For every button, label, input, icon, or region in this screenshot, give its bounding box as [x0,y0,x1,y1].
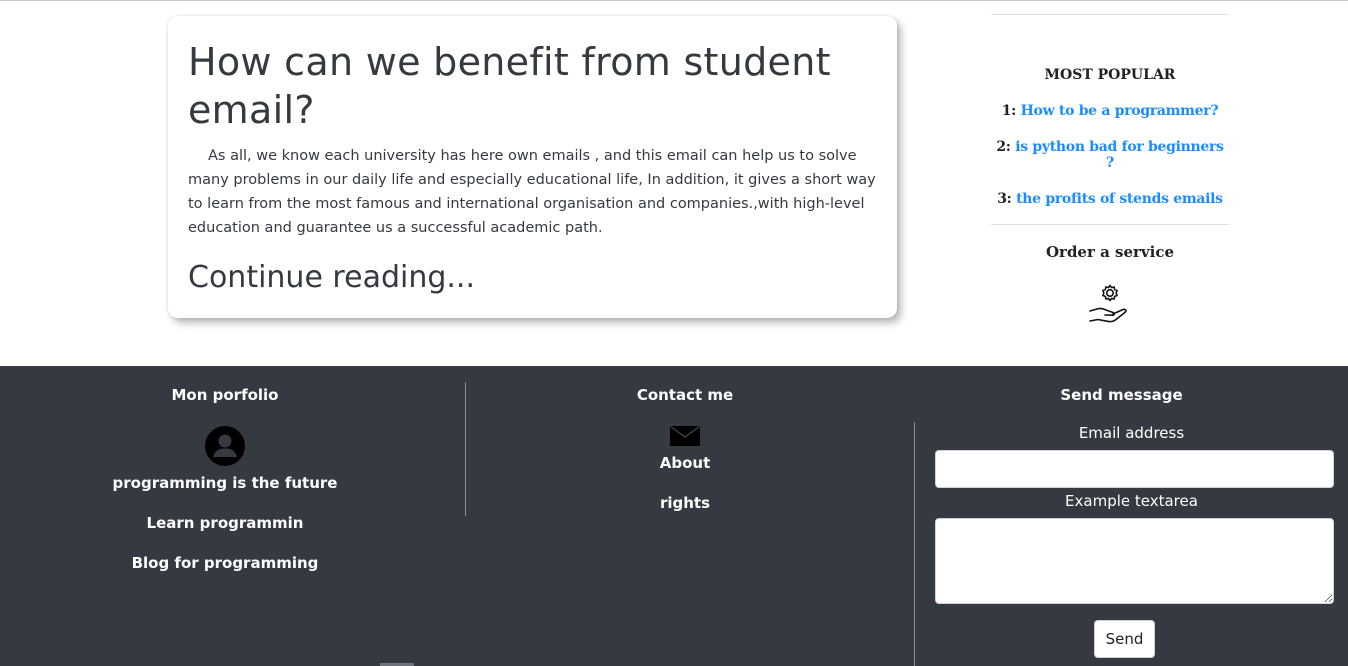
popular-link-3[interactable]: the profits of stends emails [1016,191,1223,207]
footer-link-about[interactable]: About [466,452,904,474]
textarea-label: Example textarea [1065,492,1198,510]
popular-item-number: 3: [997,191,1012,207]
popular-item-3: 3: the profits of stends emails [991,191,1229,207]
contact-title: Contact me [636,386,734,404]
sidebar-divider-top [991,14,1229,15]
continue-reading-link[interactable]: Continue reading... [188,258,877,298]
top-border [0,0,1348,1]
article-title: How can we benefit from student email? [188,40,831,132]
footer-contact-column: Contact me About rights [466,366,904,514]
footer-link-programming-future[interactable]: programming is the future [0,472,450,494]
message-textarea[interactable] [935,518,1334,604]
sidebar: MOST POPULAR 1: How to be a programmer? … [991,14,1229,329]
popular-item-1: 1: How to be a programmer? [991,103,1229,119]
order-service-title: Order a service [1045,243,1175,261]
footer: Mon porfolio programming is the future L… [0,366,1348,666]
footer-link-rights[interactable]: rights [466,492,904,514]
send-button[interactable]: Send [1094,620,1155,658]
user-avatar-icon [205,426,245,466]
footer-link-blog[interactable]: Blog for programming [0,552,450,574]
popular-item-number: 1: [1001,103,1017,119]
article-card: How can we benefit from student email? A… [168,16,897,318]
footer-message-column: Send message Email address Example texta… [915,366,1348,658]
footer-link-learn-programming[interactable]: Learn programmin [0,512,450,534]
article-body: As all, we know each university has here… [188,148,876,236]
service-hand-gear-icon[interactable] [1086,281,1134,329]
email-input[interactable] [935,450,1334,488]
popular-link-2[interactable]: is python bad for beginners ? [1015,139,1224,171]
sidebar-divider-bottom [991,224,1229,225]
popular-link-1[interactable]: How to be a programmer? [1021,103,1219,119]
envelope-icon[interactable] [670,426,700,446]
popular-item-2: 2: is python bad for beginners ? [991,139,1229,171]
portfolio-title: Mon porfolio [171,386,279,404]
popular-item-number: 2: [996,139,1011,155]
email-label: Email address [1078,424,1185,442]
footer-portfolio-column: Mon porfolio programming is the future L… [0,366,450,574]
send-message-title: Send message [1060,386,1183,404]
most-popular-title: MOST POPULAR [1044,67,1176,83]
